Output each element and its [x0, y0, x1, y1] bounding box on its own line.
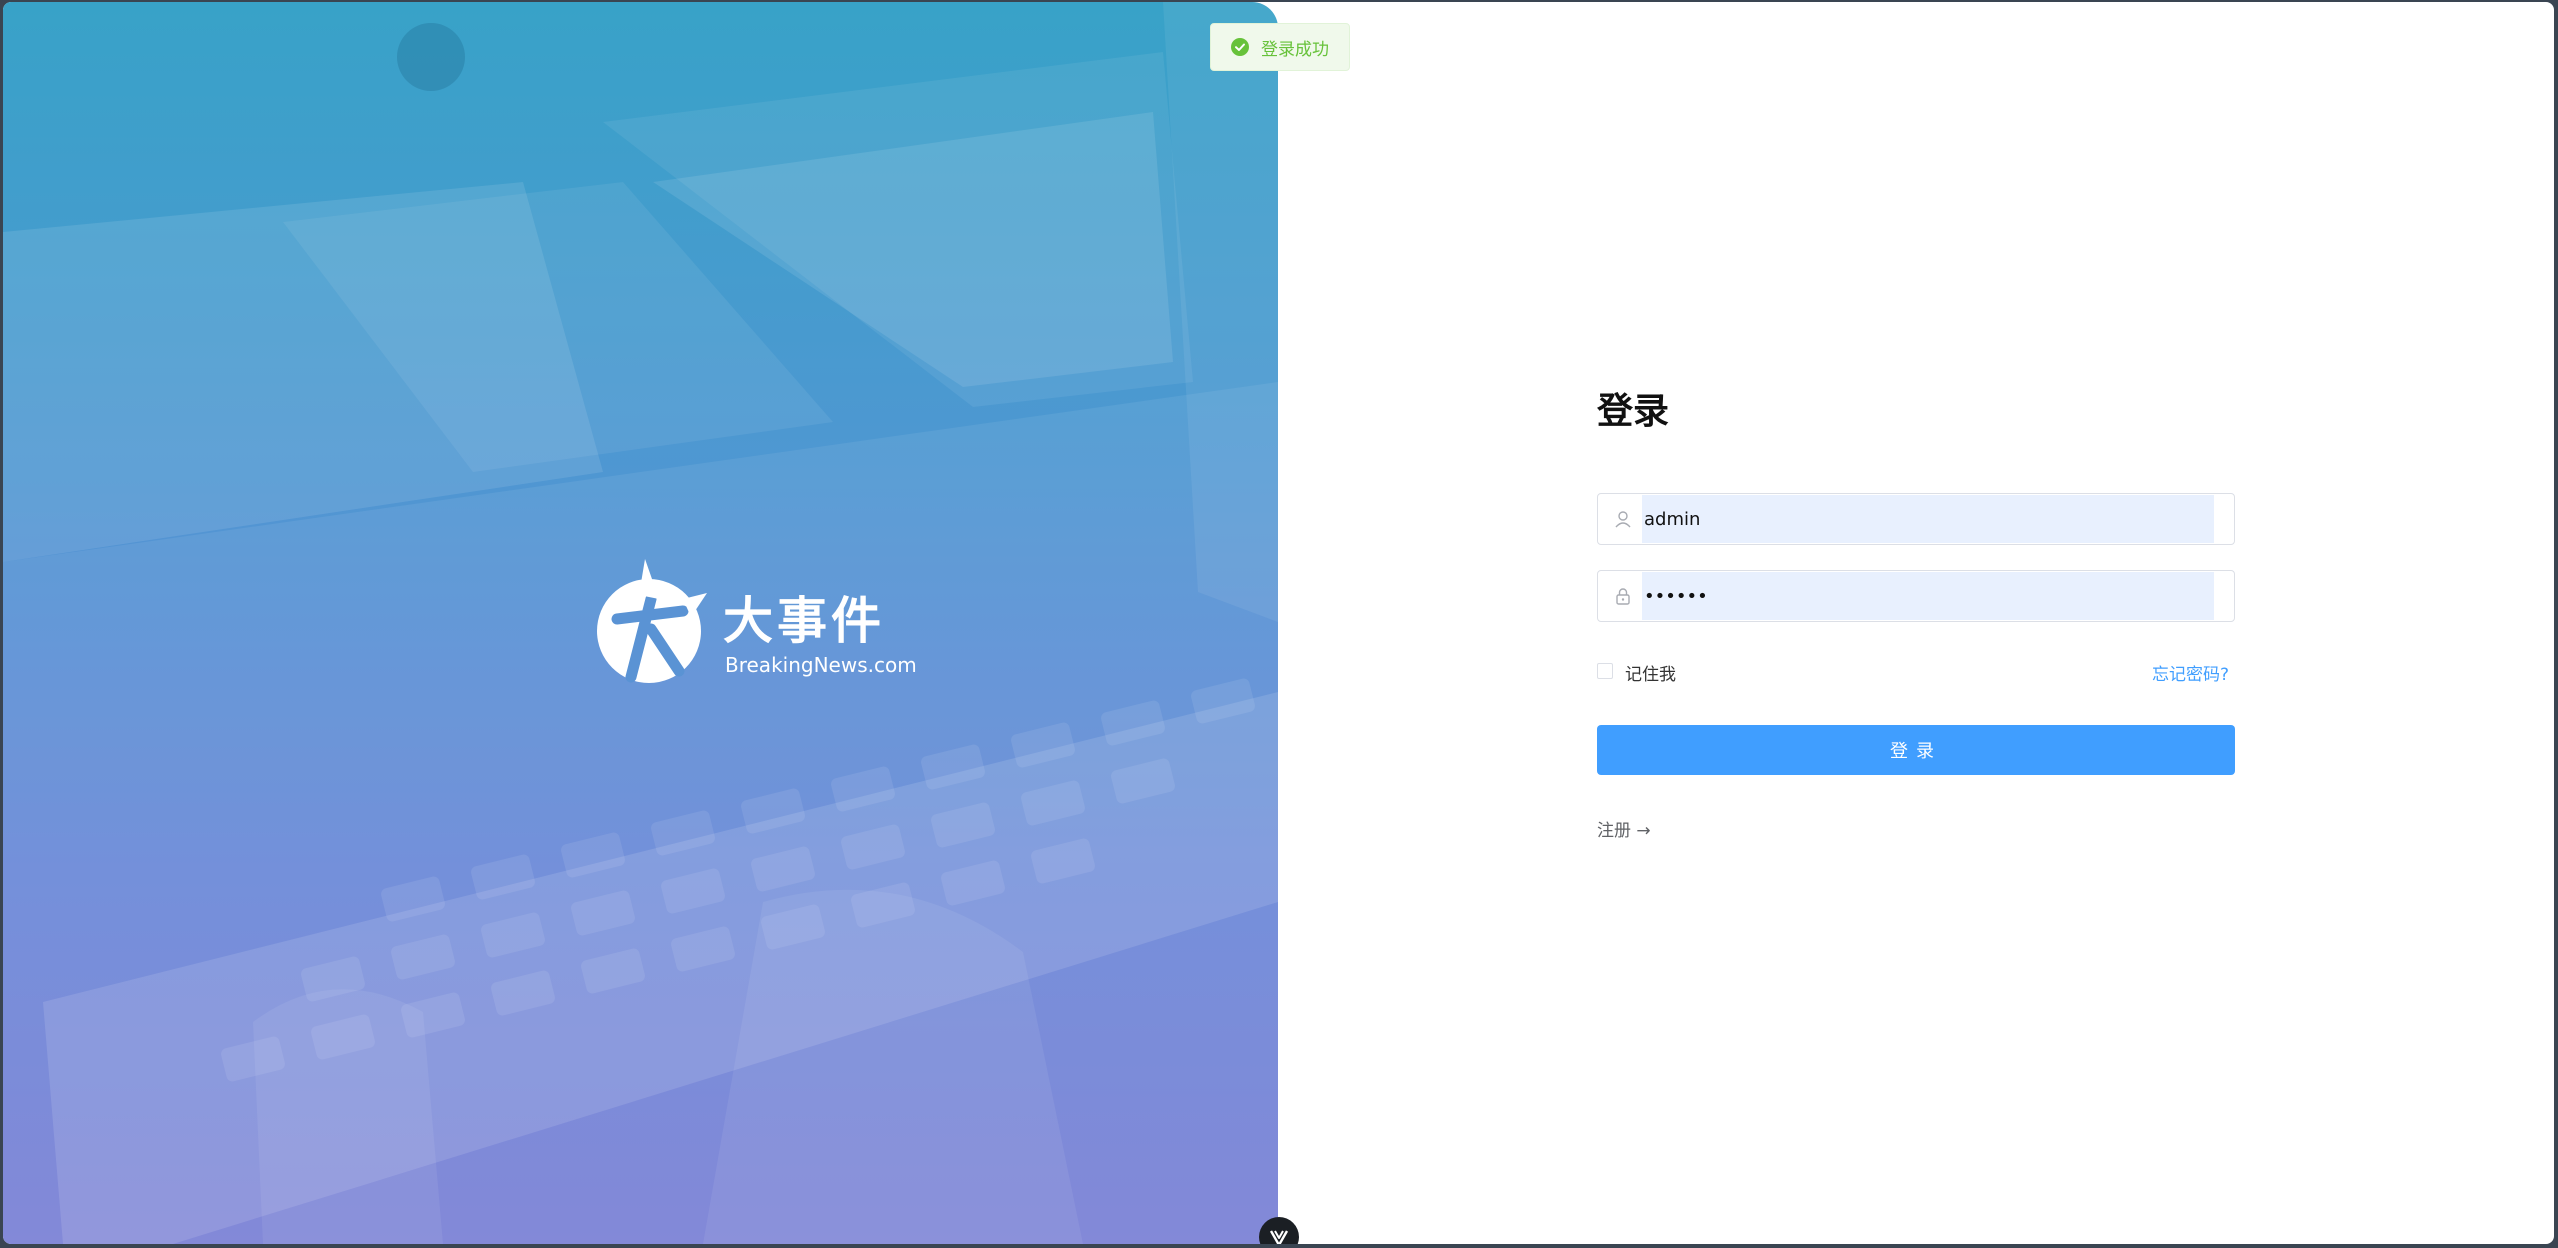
success-toast: 登录成功	[1210, 23, 1350, 71]
login-button[interactable]: 登录	[1597, 725, 2235, 775]
hero-panel: 大事件 BreakingNews.com	[3, 2, 1278, 1244]
remember-me-checkbox[interactable]	[1597, 663, 1613, 679]
user-icon	[1615, 511, 1631, 528]
lock-icon	[1616, 588, 1630, 605]
browser-viewport: 大事件 BreakingNews.com 登录成功 登录 admin 记住我 忘…	[3, 2, 2554, 1244]
brand-emblem-icon	[597, 559, 707, 683]
username-input[interactable]	[1644, 495, 2204, 543]
remember-me-label[interactable]: 记住我	[1625, 660, 1676, 685]
vue-logo-icon	[1269, 1230, 1289, 1244]
register-link[interactable]: 注册 →	[1597, 816, 1651, 841]
check-circle-icon	[1231, 38, 1249, 56]
toast-message: 登录成功	[1261, 39, 1329, 60]
password-field[interactable]	[1597, 570, 2235, 622]
login-options-row: 记住我 忘记密码?	[1597, 660, 2235, 685]
brand-logo: 大事件 BreakingNews.com	[587, 559, 917, 689]
forgot-password-link[interactable]: 忘记密码?	[2152, 660, 2229, 685]
login-title: 登录	[1597, 391, 1670, 432]
password-input[interactable]	[1644, 572, 2204, 620]
vue-devtools-badge[interactable]	[1259, 1217, 1299, 1244]
username-field[interactable]	[1597, 493, 2235, 545]
brand-subtitle: BreakingNews.com	[725, 653, 917, 677]
brand-title: 大事件	[723, 591, 885, 650]
